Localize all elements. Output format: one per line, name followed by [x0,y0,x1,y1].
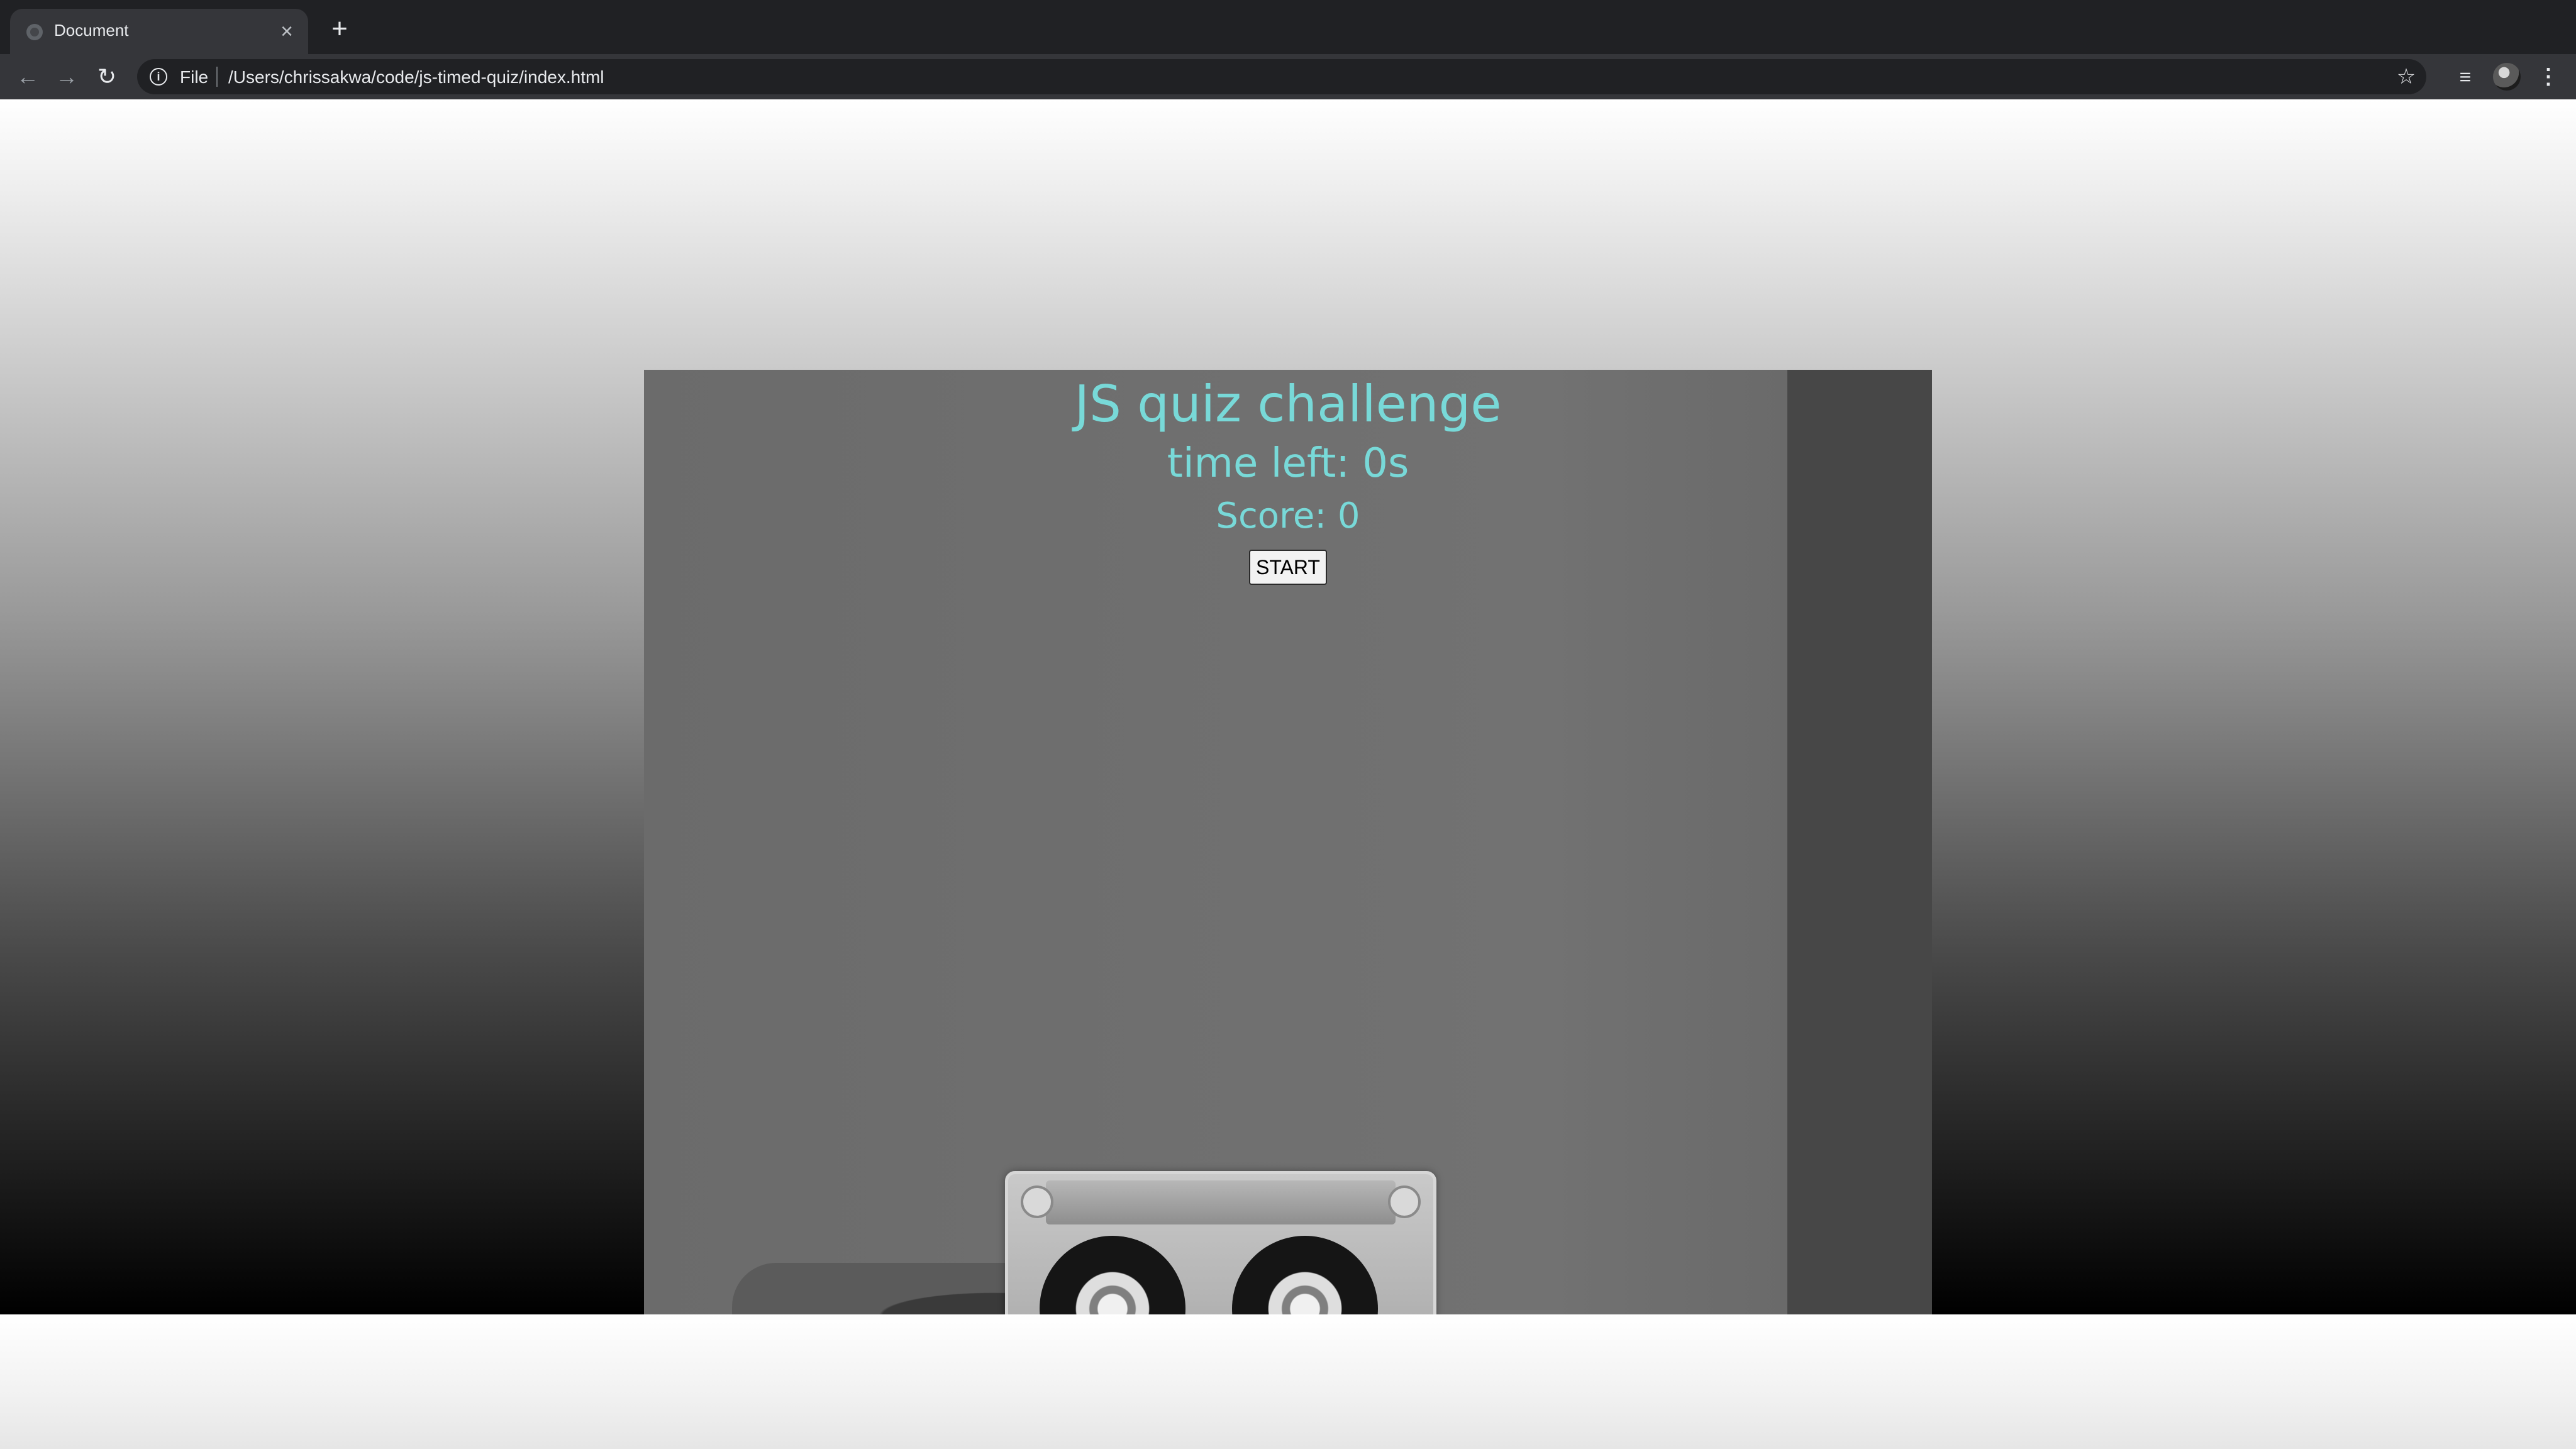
profile-avatar[interactable] [2493,63,2521,91]
address-bar[interactable]: i File /Users/chrissakwa/code/js-timed-q… [137,59,2426,94]
quiz-title: JS quiz challenge [644,375,1932,433]
address-divider [216,67,218,87]
reload-icon[interactable]: ↻ [92,62,122,92]
quiz-panel: JS quiz challenge time left: 0s Score: 0… [644,370,1932,1314]
info-icon[interactable]: i [150,68,167,86]
close-icon[interactable]: × [273,18,301,45]
tab-document[interactable]: Document × [10,9,308,54]
page-viewport: JS quiz challenge time left: 0s Score: 0… [0,99,2576,1314]
forward-arrow-icon[interactable]: → [52,62,82,92]
scheme-label: File [180,67,208,87]
cassette-tape-image [1005,1171,1436,1314]
window-bottom-area [0,1314,2576,1449]
globe-icon [26,24,43,40]
score-text: Score: 0 [644,496,1932,536]
start-button[interactable]: START [1249,550,1327,585]
cassette-label [1046,1180,1396,1224]
cassette-reel [1040,1236,1185,1314]
media-control-icon[interactable]: ≡ [2450,62,2480,92]
tab-title: Document [54,21,129,40]
cassette-screw [1021,1185,1053,1218]
cassette-screw [1388,1185,1421,1218]
back-arrow-icon[interactable]: ← [13,62,43,92]
timer-text: time left: 0s [644,440,1932,487]
cassette-reel [1232,1236,1378,1314]
browser-toolbar: ← → ↻ i File /Users/chrissakwa/code/js-t… [0,54,2576,99]
browser-tab-strip: Document × + [0,0,2576,54]
url-text[interactable]: /Users/chrissakwa/code/js-timed-quiz/ind… [228,67,604,87]
bookmark-star-icon[interactable]: ☆ [2392,63,2420,91]
new-tab-button[interactable]: + [325,14,355,44]
kebab-menu-icon[interactable]: ⋮ [2536,62,2561,92]
